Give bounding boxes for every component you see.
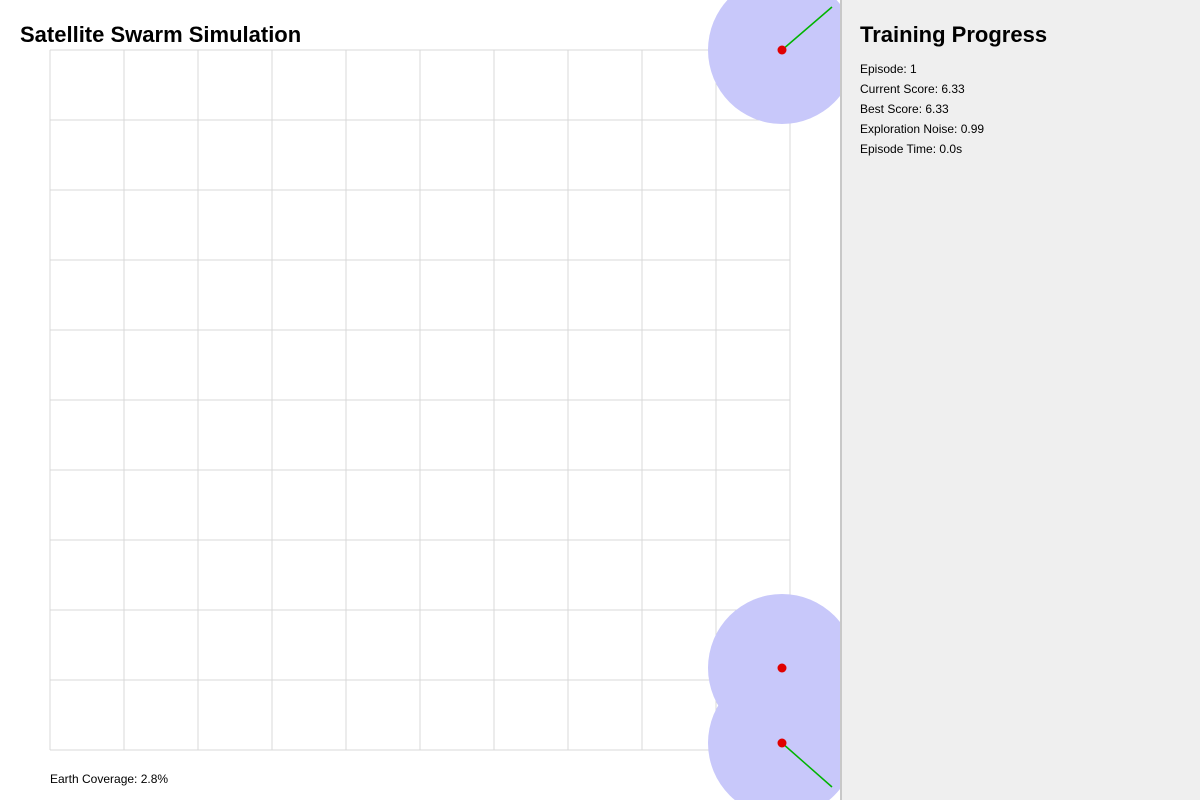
coverage-value: 2.8%: [140, 772, 169, 786]
stat-episode: Episode: 1: [860, 62, 917, 77]
coverage-circle: [708, 0, 840, 124]
stat-value: 1: [910, 62, 917, 76]
stat-label: Episode Time:: [860, 142, 937, 156]
stat-label: Best Score:: [860, 102, 923, 116]
stat-value: 0.99: [960, 122, 985, 136]
satellite-dot-icon: [777, 663, 787, 673]
stat-label: Episode:: [860, 62, 907, 76]
stat-value: 6.33: [941, 82, 965, 96]
satellite-dot-icon: [777, 45, 787, 55]
simulation-canvas: [49, 0, 840, 800]
stat-label: Current Score:: [860, 82, 939, 96]
stat-exploration-noise: Exploration Noise: 0.99: [860, 122, 984, 137]
earth-grid: [49, 49, 791, 751]
app-window: Satellite Swarm Simulation Earth Coverag…: [0, 0, 1200, 800]
simulation-title: Satellite Swarm Simulation: [20, 22, 302, 47]
stat-current-score: Current Score: 6.33: [860, 82, 965, 97]
simulation-area: Satellite Swarm Simulation Earth Coverag…: [0, 0, 840, 800]
stat-value: 0.0s: [939, 142, 963, 156]
stat-episode-time: Episode Time: 0.0s: [860, 142, 962, 157]
stat-best-score: Best Score: 6.33: [860, 102, 949, 117]
stat-value: 6.33: [925, 102, 949, 116]
satellite-dot-icon: [777, 738, 787, 748]
training-progress-panel: Training Progress Episode: 1 Current Sco…: [842, 0, 1200, 800]
earth-coverage-readout: Earth Coverage: 2.8%: [50, 772, 168, 787]
panel-title: Training Progress: [860, 22, 1048, 47]
coverage-label: Earth Coverage:: [50, 772, 138, 786]
stat-label: Exploration Noise:: [860, 122, 958, 136]
